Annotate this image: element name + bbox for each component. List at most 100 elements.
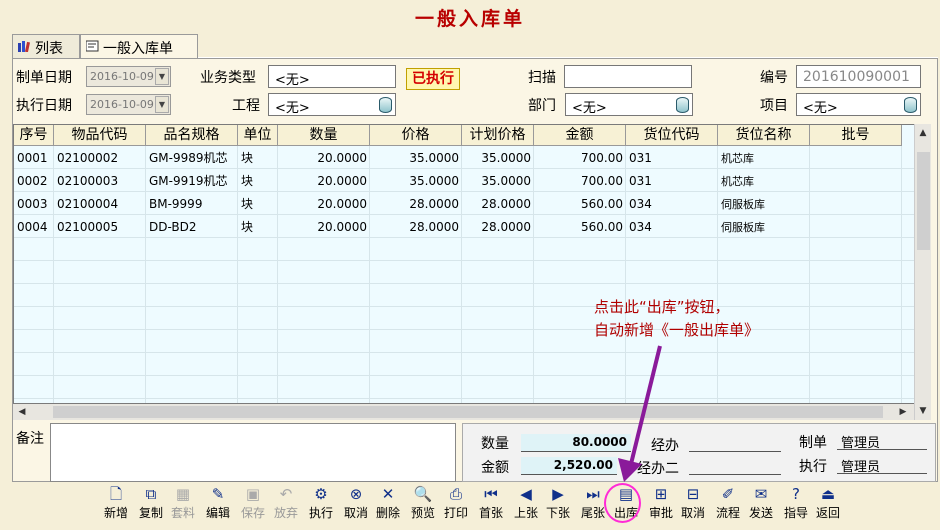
toolbar-button-edit[interactable]: ✎ 编辑 [202,484,234,524]
toolbar-button-new-doc[interactable]: 🗋 新增 [100,484,132,524]
vertical-scrollbar[interactable]: ▲ ▼ [914,124,931,420]
table-cell[interactable] [813,216,899,239]
toolbar-button-approve[interactable]: ⊞ 审批 [645,484,677,524]
toolbar-button-preview[interactable]: 🔍 预览 [407,484,439,524]
toolbar-button-prev[interactable]: ◀ 上张 [510,484,542,524]
number-field[interactable]: 201610090001 [796,65,921,88]
table-cell[interactable]: 700.00 [537,147,623,170]
chevron-down-icon[interactable]: ▼ [155,96,169,113]
database-lookup-icon[interactable] [904,97,917,113]
table-cell[interactable]: 700.00 [537,170,623,193]
table-cell[interactable]: 28.0000 [465,216,531,239]
table-cell[interactable] [813,147,899,170]
toolbar-button-delete[interactable]: ✕ 删除 [372,484,404,524]
toolbar-button-cancel-exec[interactable]: ⊗ 取消 [340,484,372,524]
table-cell[interactable]: DD-BD2 [149,216,235,239]
column-header[interactable]: 序号 [14,125,54,146]
table-cell[interactable]: 机芯库 [721,170,807,193]
table-cell[interactable]: 20.0000 [281,216,367,239]
table-cell[interactable]: 0003 [17,193,51,216]
table-cell[interactable]: 块 [241,193,275,216]
toolbar-button-cancel-approve[interactable]: ⊟ 取消 [677,484,709,524]
table-cell[interactable]: 20.0000 [281,170,367,193]
table-cell[interactable]: 560.00 [537,193,623,216]
toolbar-button-flow[interactable]: ✐ 流程 [712,484,744,524]
scroll-left-icon[interactable]: ◀ [15,405,29,419]
column-header[interactable]: 货位名称 [718,125,810,146]
tab-list[interactable]: 列表 [12,34,80,58]
column-header[interactable]: 单位 [238,125,278,146]
table-cell[interactable]: 560.00 [537,216,623,239]
table-cell[interactable]: 02100002 [57,147,143,170]
table-cell[interactable]: 机芯库 [721,147,807,170]
toolbar-button-next[interactable]: ▶ 下张 [542,484,574,524]
chevron-down-icon[interactable]: ▼ [155,68,169,85]
project-field[interactable]: <无> [268,93,396,116]
table-cell[interactable]: 35.0000 [465,170,531,193]
column-header[interactable]: 计划价格 [462,125,534,146]
toolbar-button-first[interactable]: ⏮ 首张 [475,484,507,524]
table-cell[interactable]: 02100005 [57,216,143,239]
table-cell[interactable]: 块 [241,147,275,170]
table-cell[interactable] [813,193,899,216]
toolbar-button-exit[interactable]: ⏏ 返回 [812,484,844,524]
table-cell[interactable]: 02100004 [57,193,143,216]
scroll-thumb[interactable] [917,152,930,250]
table-cell[interactable]: 28.0000 [373,216,459,239]
hscroll-thumb[interactable] [53,406,883,418]
toolbar-button-calculator[interactable]: ▦ 套料 [167,484,199,524]
table-cell[interactable]: 块 [241,170,275,193]
table-cell[interactable]: 块 [241,216,275,239]
table-cell[interactable]: 0001 [17,147,51,170]
database-lookup-icon[interactable] [676,97,689,113]
exec-date-picker[interactable]: 2016-10-09 ▼ [86,94,171,115]
table-cell[interactable]: 35.0000 [373,170,459,193]
toolbar-button-help[interactable]: ? 指导 [780,484,812,524]
toolbar-button-print[interactable]: ⎙ 打印 [440,484,472,524]
table-cell[interactable]: 0002 [17,170,51,193]
make-date-picker[interactable]: 2016-10-09 ▼ [86,66,171,87]
table-cell[interactable]: 031 [629,147,715,170]
column-header[interactable]: 物品代码 [54,125,146,146]
biz-type-field[interactable]: <无> [268,65,396,88]
table-cell[interactable]: 02100003 [57,170,143,193]
table-cell[interactable]: GM-9989机芯 [149,147,235,170]
table-cell[interactable] [813,170,899,193]
column-header[interactable]: 品名规格 [146,125,238,146]
table-cell[interactable]: 20.0000 [281,147,367,170]
database-lookup-icon[interactable] [379,97,392,113]
items-table[interactable]: 序号 物品代码 品名规格 单位 数量 价格 计划价格 金额 货位代码 货位名称 批号 0001 0210… [13,124,916,404]
table-cell[interactable]: BM-9999 [149,193,235,216]
table-cell[interactable]: 35.0000 [465,147,531,170]
column-header[interactable]: 批号 [810,125,902,146]
table-cell[interactable]: 0004 [17,216,51,239]
toolbar-button-undo[interactable]: ↶ 放弃 [270,484,302,524]
toolbar-button-copy[interactable]: ⧉ 复制 [135,484,167,524]
dept-field[interactable]: <无> [565,93,693,116]
column-header[interactable]: 货位代码 [626,125,718,146]
tab-inbound-form[interactable]: 一般入库单 [80,34,198,59]
toolbar-button-save[interactable]: ▣ 保存 [237,484,269,524]
horizontal-scrollbar[interactable]: ◀ ▶ [13,404,914,420]
table-cell[interactable]: 034 [629,216,715,239]
item-field[interactable]: <无> [796,93,921,116]
remark-input[interactable] [50,423,456,482]
handler-field[interactable] [689,434,781,452]
column-header[interactable]: 数量 [278,125,370,146]
table-cell[interactable]: GM-9919机芯 [149,170,235,193]
table-cell[interactable]: 28.0000 [373,193,459,216]
table-cell[interactable]: 28.0000 [465,193,531,216]
table-cell[interactable]: 伺服板库 [721,216,807,239]
scroll-right-icon[interactable]: ▶ [896,405,910,419]
column-header[interactable]: 价格 [370,125,462,146]
toolbar-button-send[interactable]: ✉ 发送 [745,484,777,524]
column-header[interactable]: 金额 [534,125,626,146]
table-cell[interactable]: 伺服板库 [721,193,807,216]
scan-input[interactable] [564,65,692,88]
table-cell[interactable]: 35.0000 [373,147,459,170]
scroll-down-icon[interactable]: ▼ [916,404,930,418]
toolbar-button-execute[interactable]: ⚙ 执行 [305,484,337,524]
scroll-up-icon[interactable]: ▲ [916,126,930,140]
table-cell[interactable]: 031 [629,170,715,193]
table-cell[interactable]: 034 [629,193,715,216]
